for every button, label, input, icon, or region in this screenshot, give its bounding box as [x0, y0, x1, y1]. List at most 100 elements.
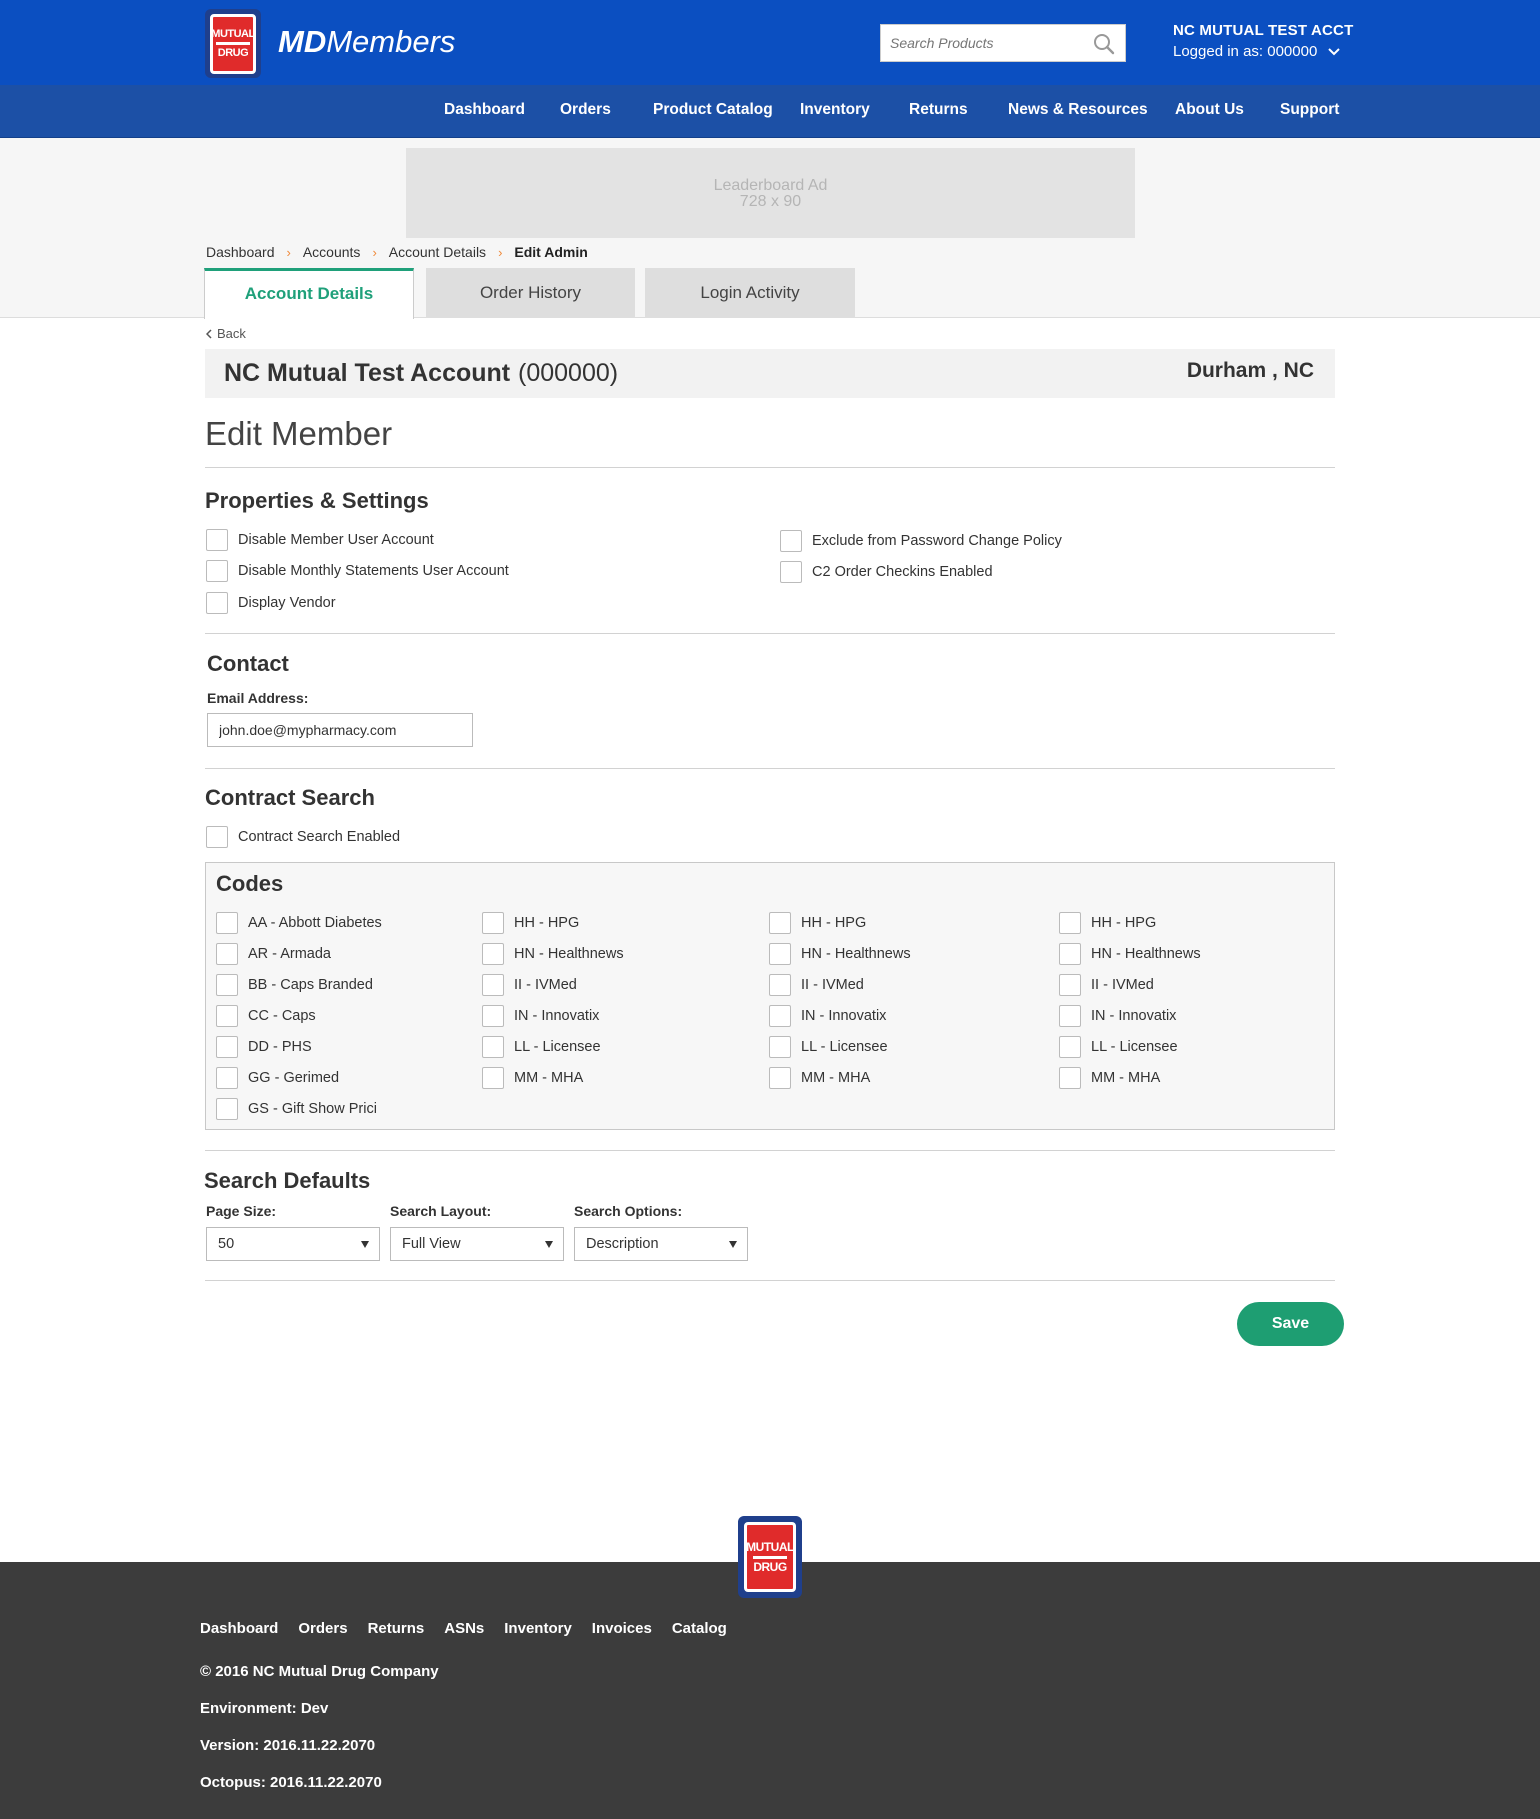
checkbox[interactable]	[206, 592, 228, 614]
checkbox[interactable]	[1059, 1036, 1081, 1058]
checkbox[interactable]	[216, 943, 238, 965]
mutual-drug-logo[interactable]: MUTUAL DRUG	[205, 9, 261, 78]
checkbox[interactable]	[482, 974, 504, 996]
checkbox[interactable]	[1059, 943, 1081, 965]
checkbox[interactable]	[769, 912, 791, 934]
checkbox[interactable]	[206, 826, 228, 848]
brand-title[interactable]: MDMembers	[278, 24, 455, 60]
option-display-vendor[interactable]: Display Vendor	[206, 592, 336, 614]
checkbox[interactable]	[482, 1005, 504, 1027]
breadcrumb-accounts[interactable]: Accounts	[303, 244, 361, 260]
checkbox[interactable]	[769, 1067, 791, 1089]
footer-link-catalog[interactable]: Catalog	[672, 1620, 727, 1637]
code-option[interactable]: HH - HPG	[1059, 912, 1156, 934]
tab-login-activity[interactable]: Login Activity	[645, 268, 855, 318]
code-option[interactable]: HN - Healthnews	[1059, 943, 1201, 965]
footer-link-dashboard[interactable]: Dashboard	[200, 1620, 278, 1637]
search-layout-select[interactable]: Full View	[390, 1227, 564, 1261]
checkbox[interactable]	[769, 1036, 791, 1058]
code-option[interactable]: HH - HPG	[769, 912, 866, 934]
code-option[interactable]: AA - Abbott Diabetes	[216, 912, 382, 934]
code-option[interactable]: MM - MHA	[769, 1067, 870, 1089]
nav-support[interactable]: Support	[1280, 101, 1339, 119]
divider	[205, 768, 1335, 769]
checkbox[interactable]	[216, 912, 238, 934]
footer-link-inventory[interactable]: Inventory	[504, 1620, 572, 1637]
option-disable-monthly-statements[interactable]: Disable Monthly Statements User Account	[206, 560, 509, 582]
option-disable-member-account[interactable]: Disable Member User Account	[206, 529, 434, 551]
checkbox[interactable]	[206, 529, 228, 551]
checkbox[interactable]	[1059, 912, 1081, 934]
code-option[interactable]: GS - Gift Show Prici	[216, 1098, 377, 1120]
checkbox[interactable]	[769, 943, 791, 965]
checkbox[interactable]	[206, 560, 228, 582]
footer-logo[interactable]: MUTUAL DRUG	[738, 1516, 802, 1598]
checkbox[interactable]	[769, 974, 791, 996]
checkbox[interactable]	[216, 1067, 238, 1089]
search-icon[interactable]	[1093, 33, 1115, 55]
code-option[interactable]: IN - Innovatix	[482, 1005, 599, 1027]
account-menu[interactable]: NC MUTUAL TEST ACCT Logged in as: 000000	[1173, 22, 1353, 60]
tab-order-history[interactable]: Order History	[426, 268, 635, 318]
checkbox[interactable]	[780, 561, 802, 583]
option-contract-search-enabled[interactable]: Contract Search Enabled	[206, 826, 400, 848]
nav-orders[interactable]: Orders	[560, 101, 611, 119]
code-option[interactable]: II - IVMed	[769, 974, 864, 996]
code-option[interactable]: MM - MHA	[482, 1067, 583, 1089]
option-label: Contract Search Enabled	[238, 829, 401, 845]
checkbox[interactable]	[216, 1036, 238, 1058]
chevron-down-icon[interactable]	[1327, 47, 1341, 57]
checkbox[interactable]	[216, 974, 238, 996]
checkbox[interactable]	[1059, 1067, 1081, 1089]
code-option[interactable]: GG - Gerimed	[216, 1067, 339, 1089]
email-field[interactable]	[207, 713, 473, 747]
nav-inventory[interactable]: Inventory	[800, 101, 870, 119]
code-label: MM - MHA	[801, 1070, 871, 1086]
footer-link-returns[interactable]: Returns	[368, 1620, 425, 1637]
code-option[interactable]: II - IVMed	[482, 974, 577, 996]
code-option[interactable]: II - IVMed	[1059, 974, 1154, 996]
nav-returns[interactable]: Returns	[909, 101, 968, 119]
code-option[interactable]: HH - HPG	[482, 912, 579, 934]
search-input[interactable]	[881, 28, 1081, 58]
breadcrumb-account-details[interactable]: Account Details	[389, 244, 486, 260]
checkbox[interactable]	[216, 1098, 238, 1120]
nav-news-resources[interactable]: News & Resources	[1008, 101, 1148, 119]
code-option[interactable]: MM - MHA	[1059, 1067, 1160, 1089]
footer-link-invoices[interactable]: Invoices	[592, 1620, 652, 1637]
code-option[interactable]: HN - Healthnews	[482, 943, 624, 965]
code-option[interactable]: LL - Licensee	[482, 1036, 601, 1058]
leaderboard-ad[interactable]: Leaderboard Ad 728 x 90	[406, 148, 1135, 238]
page-size-select[interactable]: 50	[206, 1227, 380, 1261]
footer-link-orders[interactable]: Orders	[298, 1620, 347, 1637]
checkbox[interactable]	[482, 1036, 504, 1058]
breadcrumb-dashboard[interactable]: Dashboard	[206, 244, 275, 260]
code-option[interactable]: AR - Armada	[216, 943, 331, 965]
code-option[interactable]: HN - Healthnews	[769, 943, 911, 965]
back-link[interactable]: Back	[206, 326, 246, 341]
nav-product-catalog[interactable]: Product Catalog	[653, 101, 773, 119]
save-button[interactable]: Save	[1237, 1302, 1344, 1346]
footer-link-asns[interactable]: ASNs	[444, 1620, 484, 1637]
code-option[interactable]: IN - Innovatix	[769, 1005, 886, 1027]
nav-dashboard[interactable]: Dashboard	[444, 101, 525, 119]
code-option[interactable]: LL - Licensee	[1059, 1036, 1178, 1058]
nav-about-us[interactable]: About Us	[1175, 101, 1244, 119]
checkbox[interactable]	[1059, 1005, 1081, 1027]
checkbox[interactable]	[482, 943, 504, 965]
checkbox[interactable]	[216, 1005, 238, 1027]
checkbox[interactable]	[780, 530, 802, 552]
option-exclude-password-policy[interactable]: Exclude from Password Change Policy	[780, 530, 1062, 552]
code-option[interactable]: CC - Caps	[216, 1005, 316, 1027]
code-option[interactable]: IN - Innovatix	[1059, 1005, 1176, 1027]
checkbox[interactable]	[482, 912, 504, 934]
code-option[interactable]: BB - Caps Branded	[216, 974, 373, 996]
code-option[interactable]: LL - Licensee	[769, 1036, 888, 1058]
tab-account-details[interactable]: Account Details	[204, 268, 414, 319]
checkbox[interactable]	[1059, 974, 1081, 996]
search-options-select[interactable]: Description	[574, 1227, 748, 1261]
checkbox[interactable]	[482, 1067, 504, 1089]
option-c2-order-checkins[interactable]: C2 Order Checkins Enabled	[780, 561, 993, 583]
checkbox[interactable]	[769, 1005, 791, 1027]
code-option[interactable]: DD - PHS	[216, 1036, 312, 1058]
